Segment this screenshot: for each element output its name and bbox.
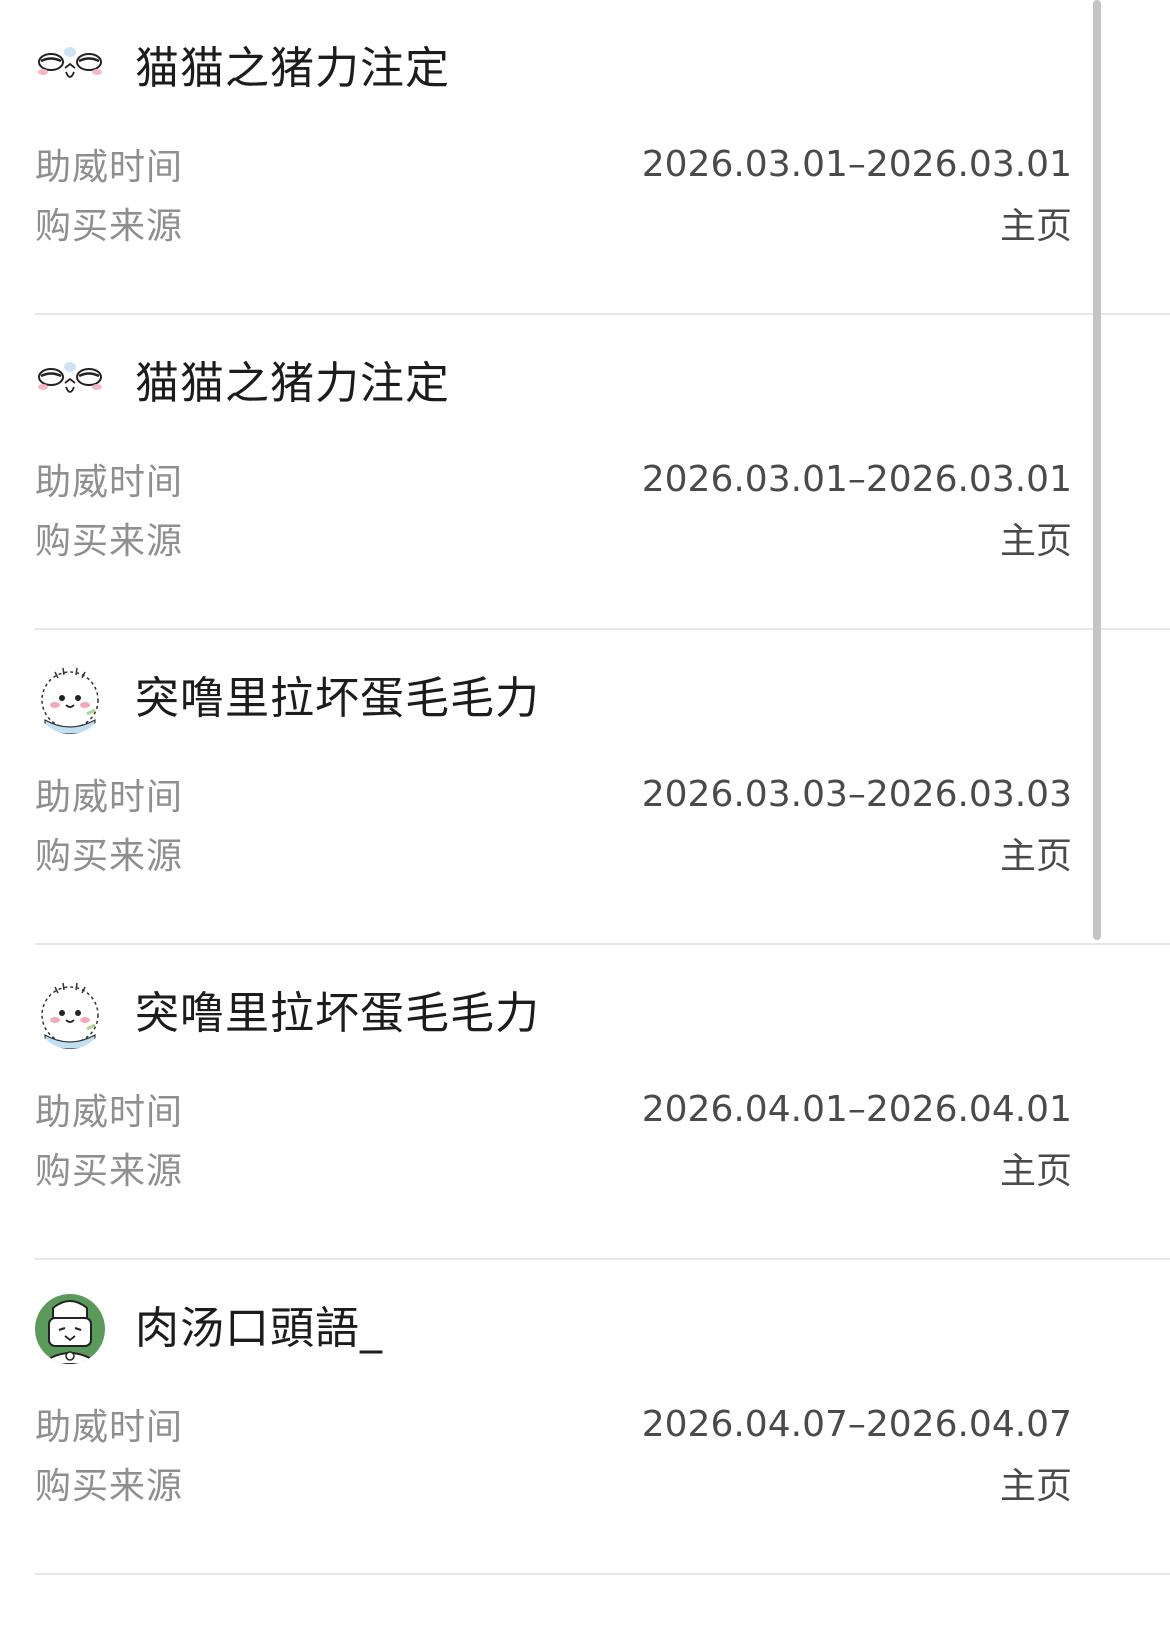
support-time-row: 助威时间 2026.03.01–2026.03.01 (35, 454, 1072, 504)
support-time-row: 助威时间 2026.04.07–2026.04.07 (35, 1399, 1072, 1449)
support-record[interactable]: 突噜里拉坏蛋毛毛力 助威时间 2026.04.01–2026.04.01 购买来… (0, 945, 1170, 1260)
username[interactable]: 肉汤口頭語_ (135, 1294, 383, 1364)
purchase-source-label: 购买来源 (35, 1151, 184, 1192)
support-record[interactable]: 猫猫之猪力注定 助威时间 2026.03.01–2026.03.01 购买来源 … (0, 315, 1170, 630)
purchase-source-value: 主页 (999, 1151, 1072, 1192)
purchase-source-value: 主页 (999, 206, 1072, 247)
support-time-value: 2026.03.01–2026.03.01 (641, 458, 1072, 500)
purchase-source-row: 购买来源 主页 (35, 513, 1072, 563)
purchase-source-row: 购买来源 主页 (35, 198, 1072, 248)
purchase-source-label: 购买来源 (35, 1466, 184, 1507)
purchase-source-row: 购买来源 主页 (35, 828, 1072, 878)
vertical-scrollbar[interactable] (1093, 0, 1101, 940)
support-time-value: 2026.04.07–2026.04.07 (641, 1403, 1072, 1445)
support-record[interactable]: 突噜里拉坏蛋毛毛力 助威时间 2026.03.03–2026.03.03 购买来… (0, 630, 1170, 945)
support-time-row: 助威时间 2026.03.03–2026.03.03 (35, 769, 1072, 819)
support-time-label: 助威时间 (35, 777, 184, 818)
support-time-value: 2026.03.03–2026.03.03 (641, 773, 1072, 815)
cat-face-icon[interactable] (35, 34, 105, 104)
support-time-label: 助威时间 (35, 1407, 184, 1448)
username[interactable]: 猫猫之猪力注定 (135, 34, 450, 104)
support-time-row: 助威时间 2026.04.01–2026.04.01 (35, 1084, 1072, 1134)
divider (35, 1573, 1170, 1575)
cat-face-icon[interactable] (35, 349, 105, 419)
user-row: 突噜里拉坏蛋毛毛力 (35, 664, 540, 734)
user-row: 肉汤口頭語_ (35, 1294, 383, 1364)
support-record-list: 猫猫之猪力注定 助威时间 2026.03.01–2026.03.01 购买来源 … (0, 0, 1170, 1575)
support-time-label: 助威时间 (35, 1092, 184, 1133)
support-time-label: 助威时间 (35, 147, 184, 188)
purchase-source-value: 主页 (999, 1466, 1072, 1507)
support-time-value: 2026.04.01–2026.04.01 (641, 1088, 1072, 1130)
purchase-source-row: 购买来源 主页 (35, 1458, 1072, 1508)
purchase-source-label: 购买来源 (35, 206, 184, 247)
chef-bear-icon[interactable] (35, 1294, 105, 1364)
purchase-source-row: 购买来源 主页 (35, 1143, 1072, 1193)
support-time-value: 2026.03.01–2026.03.01 (641, 143, 1072, 185)
username[interactable]: 突噜里拉坏蛋毛毛力 (135, 979, 540, 1049)
purchase-source-label: 购买来源 (35, 521, 184, 562)
user-row: 猫猫之猪力注定 (35, 349, 450, 419)
user-row: 突噜里拉坏蛋毛毛力 (35, 979, 540, 1049)
purchase-source-value: 主页 (999, 836, 1072, 877)
fluffy-creature-icon[interactable] (35, 664, 105, 734)
username[interactable]: 突噜里拉坏蛋毛毛力 (135, 664, 540, 734)
purchase-source-label: 购买来源 (35, 836, 184, 877)
username[interactable]: 猫猫之猪力注定 (135, 349, 450, 419)
purchase-source-value: 主页 (999, 521, 1072, 562)
user-row: 猫猫之猪力注定 (35, 34, 450, 104)
support-time-row: 助威时间 2026.03.01–2026.03.01 (35, 139, 1072, 189)
fluffy-creature-icon[interactable] (35, 979, 105, 1049)
support-record[interactable]: 肉汤口頭語_ 助威时间 2026.04.07–2026.04.07 购买来源 主… (0, 1260, 1170, 1575)
support-time-label: 助威时间 (35, 462, 184, 503)
support-record[interactable]: 猫猫之猪力注定 助威时间 2026.03.01–2026.03.01 购买来源 … (0, 0, 1170, 315)
